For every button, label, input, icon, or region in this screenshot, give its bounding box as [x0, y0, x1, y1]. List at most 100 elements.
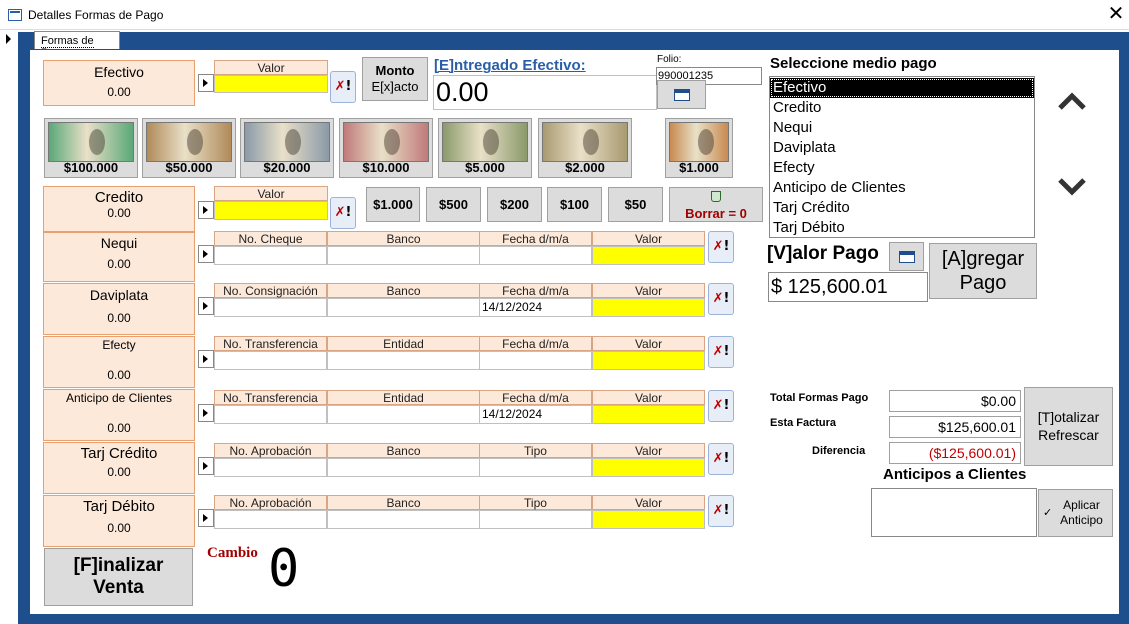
- efecty-header-2: Entidad: [327, 336, 480, 351]
- tarj-debito-header-4: Valor: [592, 495, 705, 510]
- anticipos-field[interactable]: [871, 488, 1037, 537]
- trash-icon: [711, 191, 721, 202]
- efecty-clear-button[interactable]: ✗!: [708, 336, 734, 368]
- totalizar-line2: Refrescar: [1038, 427, 1099, 443]
- daviplata-field-3[interactable]: 14/12/2024: [479, 298, 592, 317]
- efectivo-valor-input[interactable]: [214, 75, 328, 93]
- bill-100000-button[interactable]: $100.000: [44, 118, 138, 178]
- portrait-icon: [384, 129, 400, 155]
- daviplata-field-1[interactable]: [214, 298, 327, 317]
- scroll-up-icon[interactable]: [1056, 86, 1088, 118]
- tarj-credito-row-selector[interactable]: [198, 457, 214, 475]
- coin-50-button[interactable]: $50: [608, 187, 663, 222]
- efecty-row-selector[interactable]: [198, 350, 214, 368]
- coin-1000-button[interactable]: $1.000: [366, 187, 420, 222]
- tab-formas-de-pago[interactable]: Formas de Pago: [34, 31, 120, 60]
- efectivo-clear-button[interactable]: ✗!: [330, 71, 356, 103]
- esta-factura-value: $125,600.01: [889, 416, 1021, 438]
- bill-2000-button[interactable]: $2.000: [538, 118, 632, 178]
- medio-pago-item[interactable]: Anticipo de Clientes: [770, 178, 1034, 198]
- medio-pago-item[interactable]: Efecty: [770, 158, 1034, 178]
- medio-pago-item[interactable]: Daviplata: [770, 138, 1034, 158]
- daviplata-label-box: Daviplata 0.00: [43, 283, 195, 335]
- efecty-field-4[interactable]: [592, 351, 705, 370]
- efecty-field-1[interactable]: [214, 351, 327, 370]
- nequi-field-3[interactable]: [479, 246, 592, 265]
- efectivo-label: Efectivo: [94, 64, 144, 80]
- tarj-debito-field-2[interactable]: [327, 510, 480, 529]
- medio-pago-item[interactable]: Tarj Débito: [770, 218, 1034, 238]
- credito-row-selector[interactable]: [198, 201, 214, 219]
- efecty-field-3[interactable]: [479, 351, 592, 370]
- record-selector-icon[interactable]: [6, 34, 11, 44]
- medio-pago-item[interactable]: Efectivo: [770, 78, 1034, 98]
- tarj-debito-clear-button[interactable]: ✗!: [708, 495, 734, 527]
- medio-pago-listbox[interactable]: Efectivo Credito Nequi Daviplata Efecty Antic…: [769, 76, 1035, 238]
- bill-label: $10.000: [362, 160, 410, 175]
- bill-label: $2.000: [565, 160, 605, 175]
- tarj-debito-field-1[interactable]: [214, 510, 327, 529]
- credito-clear-button[interactable]: ✗!: [330, 197, 356, 229]
- portrait-icon: [89, 129, 105, 155]
- borrar-button[interactable]: Borrar = 0: [669, 187, 763, 222]
- coin-200-button[interactable]: $200: [487, 187, 542, 222]
- daviplata-field-2[interactable]: [327, 298, 480, 317]
- coin-500-button[interactable]: $500: [426, 187, 481, 222]
- medio-pago-item[interactable]: Tarj Crédito: [770, 198, 1034, 218]
- anticipo-row-selector[interactable]: [198, 404, 214, 422]
- efectivo-row-selector[interactable]: [198, 74, 214, 92]
- diferencia-value: ($125,600.01): [889, 442, 1021, 464]
- anticipo-field-2[interactable]: [327, 405, 480, 424]
- close-icon[interactable]: ✕: [1106, 3, 1126, 24]
- tarj-credito-field-4[interactable]: [592, 458, 705, 477]
- daviplata-clear-button[interactable]: ✗!: [708, 283, 734, 315]
- tarj-debito-row-selector[interactable]: [198, 509, 214, 527]
- tarj-credito-field-1[interactable]: [214, 458, 327, 477]
- bill-50000-button[interactable]: $50.000: [142, 118, 236, 178]
- efectivo-label-box: Efectivo 0.00: [43, 60, 195, 106]
- valor-pago-input[interactable]: $ 125,600.01: [768, 272, 928, 302]
- finalizar-venta-button[interactable]: [F]inalizar Venta: [44, 548, 193, 606]
- calendar-button[interactable]: [657, 80, 706, 109]
- nequi-clear-button[interactable]: ✗!: [708, 231, 734, 263]
- tarj-debito-field-4[interactable]: [592, 510, 705, 529]
- form-icon: [8, 9, 22, 21]
- nequi-row-selector[interactable]: [198, 245, 214, 263]
- nequi-field-4[interactable]: [592, 246, 705, 265]
- agregar-pago-button[interactable]: [A]gregar Pago: [929, 243, 1037, 299]
- anticipo-field-1[interactable]: [214, 405, 327, 424]
- clear-x-icon: ✗: [712, 451, 724, 466]
- efecty-header-4: Valor: [592, 336, 705, 351]
- bill-10000-button[interactable]: $10.000: [339, 118, 433, 178]
- tarj-debito-field-3[interactable]: [479, 510, 592, 529]
- coin-100-button[interactable]: $100: [547, 187, 602, 222]
- medio-pago-item[interactable]: Credito: [770, 98, 1034, 118]
- medio-pago-item[interactable]: Nequi: [770, 118, 1034, 138]
- credito-valor-input[interactable]: [214, 201, 328, 220]
- nequi-field-2[interactable]: [327, 246, 480, 265]
- anticipo-field-3[interactable]: 14/12/2024: [479, 405, 592, 424]
- tarj-credito-field-3[interactable]: [479, 458, 592, 477]
- bill-label: $20.000: [263, 160, 311, 175]
- nequi-field-1[interactable]: [214, 246, 327, 265]
- aplicar-anticipo-button[interactable]: ✓ Aplicar Anticipo: [1038, 489, 1113, 537]
- scroll-down-icon[interactable]: [1056, 170, 1088, 202]
- anticipo-field-4[interactable]: [592, 405, 705, 424]
- efecty-field-2[interactable]: [327, 351, 480, 370]
- bill-20000-button[interactable]: $20.000: [240, 118, 334, 178]
- daviplata-field-4[interactable]: [592, 298, 705, 317]
- monto-exacto-button[interactable]: Monto E[x]acto: [362, 57, 428, 101]
- totalizar-button[interactable]: [T]otalizar Refrescar: [1024, 387, 1113, 466]
- daviplata-row-selector[interactable]: [198, 297, 214, 315]
- tarj-credito-field-2[interactable]: [327, 458, 480, 477]
- tarj-credito-clear-button[interactable]: ✗!: [708, 443, 734, 475]
- bill-1000-button[interactable]: $1.000: [665, 118, 733, 178]
- folio-label: Folio:: [657, 54, 682, 65]
- banknote-image: [244, 122, 330, 162]
- tarj-debito-header-2: Banco: [327, 495, 480, 510]
- anticipo-clear-button[interactable]: ✗!: [708, 390, 734, 422]
- valor-pago-calc-button[interactable]: [889, 242, 924, 271]
- bill-5000-button[interactable]: $5.000: [438, 118, 532, 178]
- medio-pago-title: Seleccione medio pago: [770, 55, 937, 72]
- entregado-input[interactable]: 0.00: [433, 75, 657, 110]
